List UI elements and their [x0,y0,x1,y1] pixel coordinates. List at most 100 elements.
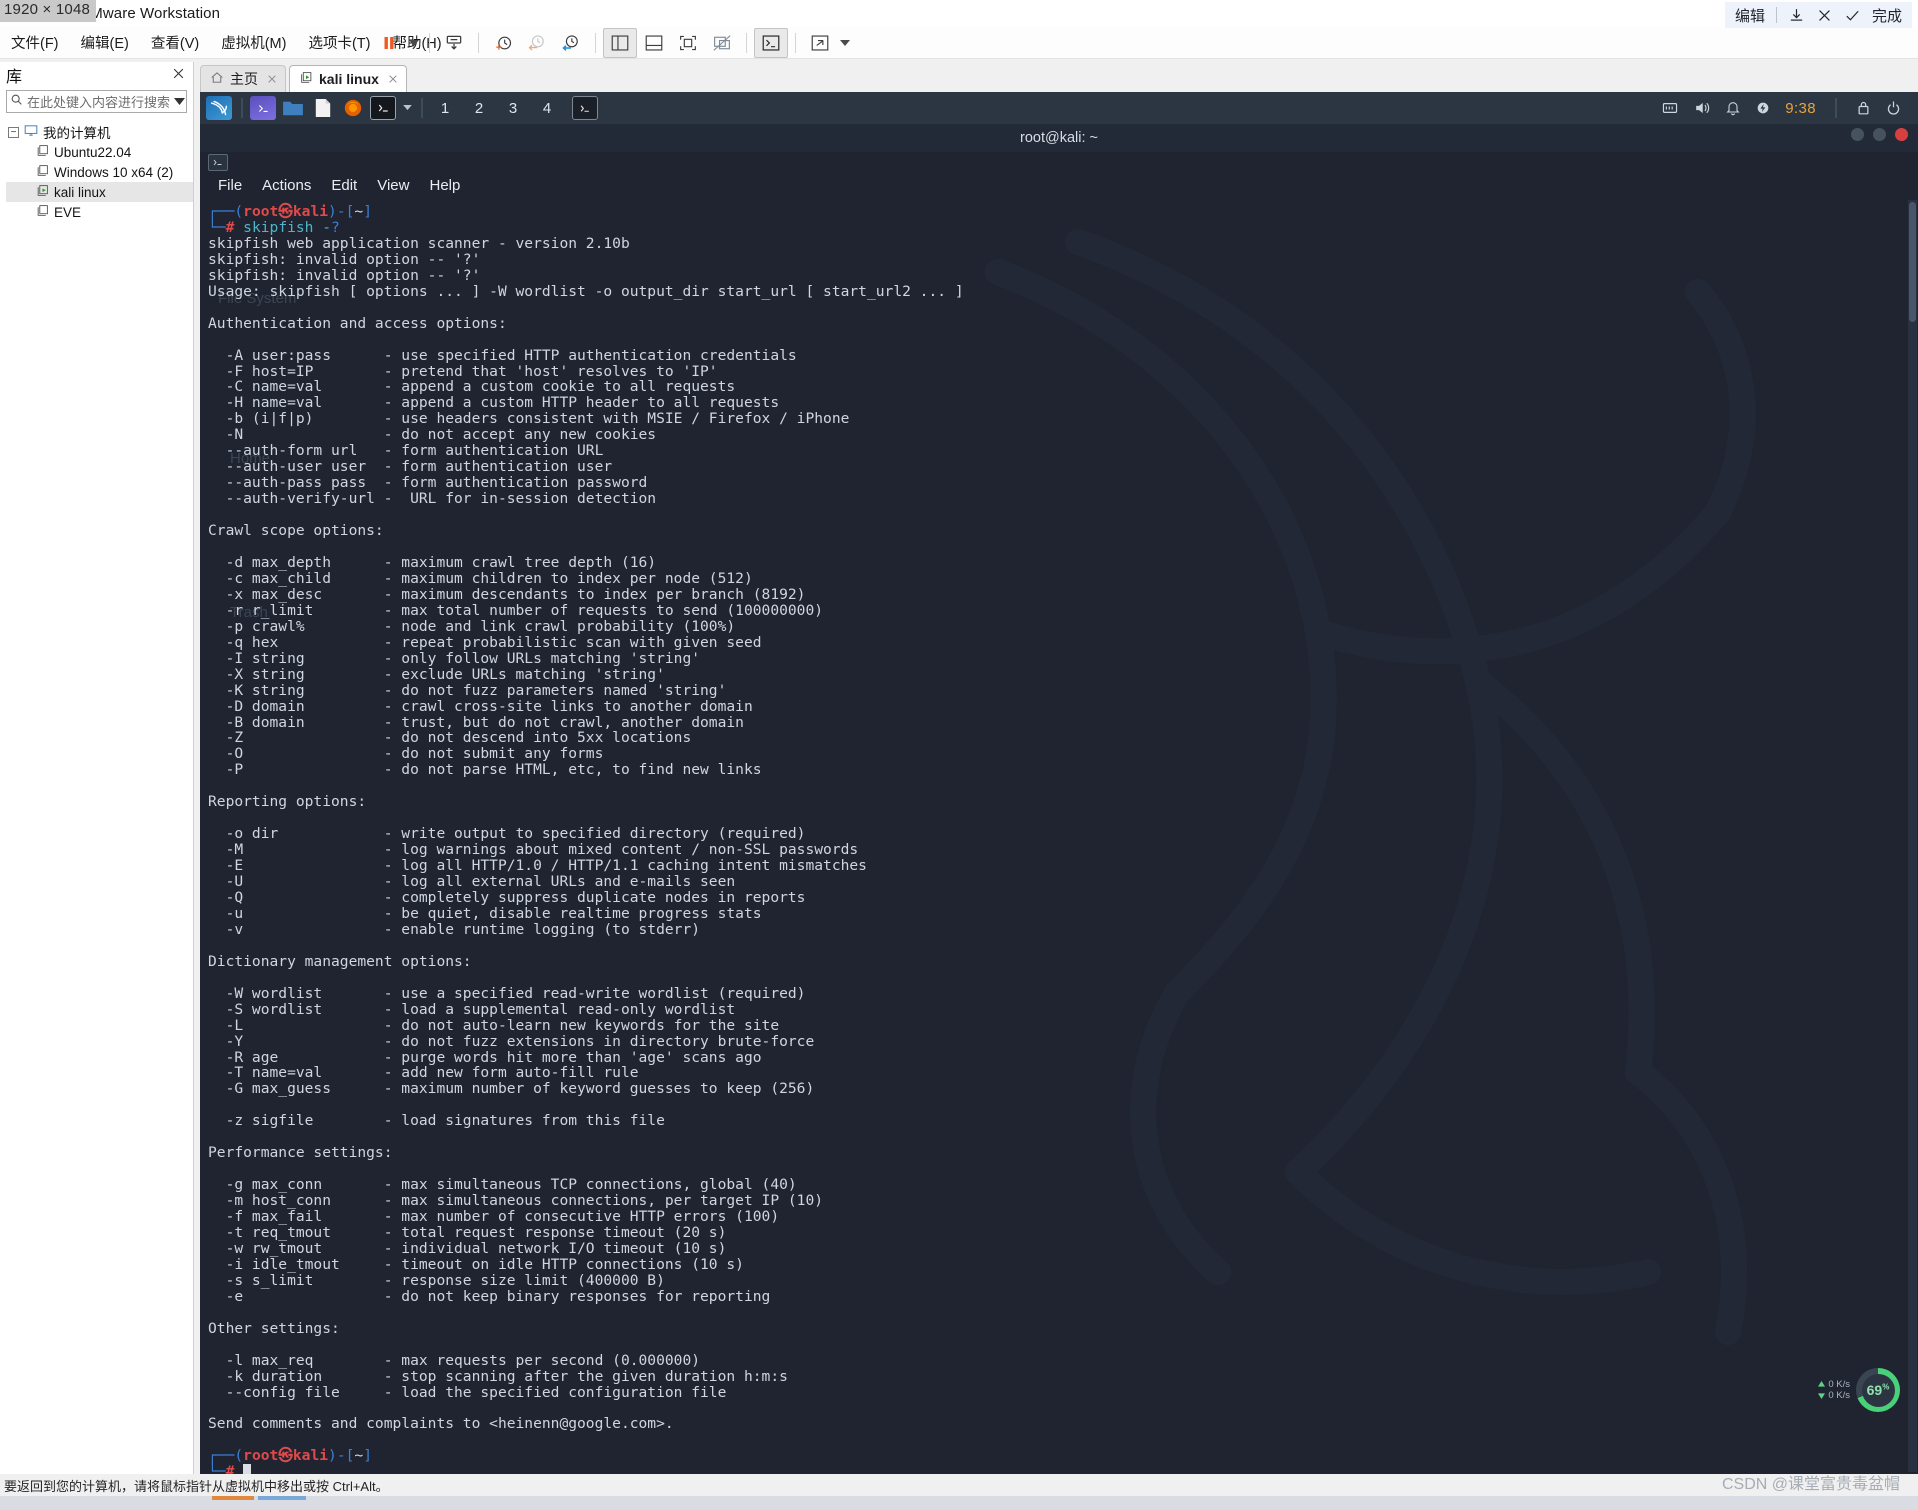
network-speed-widget: 0 K/s 0 K/s 69% [1818,1368,1900,1412]
terminal-content: ┌──(root㉿kali)-[~] └─# skipfish -? skipf… [200,204,1918,1474]
expand-diagonal-icon[interactable] [803,28,837,58]
screenshot-done-label[interactable]: 完成 [1872,5,1902,26]
terminal-prompt-icon[interactable] [754,28,788,58]
taskbar-divider [421,98,423,118]
minimize-button[interactable] [1851,128,1864,141]
download-speed: 0 K/s [1818,1390,1850,1401]
tree-root-my-computer[interactable]: − 我的计算机 [6,122,193,142]
vmware-toolbar [0,25,1918,61]
sidebar-item-windows10x64-2[interactable]: Windows 10 x64 (2) [6,162,193,182]
clock-wrench-icon[interactable] [554,28,588,58]
upload-speed: 0 K/s [1818,1379,1850,1390]
terminal-menu-edit[interactable]: Edit [321,174,367,197]
tab-label: kali linux [319,71,379,87]
sidebar-item-label: Ubuntu22.04 [54,144,132,160]
power-dropdown[interactable] [406,29,422,57]
tray-divider [1835,98,1837,118]
sidebar-item-eve[interactable]: EVE [6,202,193,222]
toolbar-divider [478,33,479,53]
terminal-help-output: skipfish web application scanner - versi… [208,234,964,1433]
prompt-line-3: ┌──(root㉿kali)-[~] [208,1447,372,1465]
check-icon[interactable] [1844,7,1861,24]
unity-crossed-icon[interactable] [705,28,739,58]
close-icon[interactable] [1816,7,1833,24]
bell-icon[interactable] [1725,100,1741,116]
maximize-button[interactable] [1873,128,1886,141]
panel-bottom-icon[interactable] [637,28,671,58]
close-button[interactable] [1895,128,1908,141]
terminal-tab-icon[interactable] [208,154,228,171]
chevron-down-icon[interactable] [174,93,186,111]
close-icon[interactable] [172,67,185,84]
kali-taskbar: 1 2 3 4 9:38 [200,92,1918,124]
search-placeholder: 在此处键入内容进行搜索 [27,95,171,110]
tree-root-label: 我的计算机 [43,126,111,141]
taskbar-files-launcher[interactable] [280,96,306,120]
network-icon[interactable] [1661,100,1679,116]
sidebar-item-label: EVE [54,204,82,220]
taskbar-item-2[interactable] [258,1496,306,1500]
stretch-dropdown[interactable] [837,29,853,57]
taskbar-editor-launcher[interactable] [310,96,336,120]
tab-home[interactable]: 主页 [200,65,286,92]
csdn-watermark: CSDN @课堂富贵毒盆帽 [1721,1476,1900,1493]
taskbar-item-1[interactable] [212,1496,254,1500]
terminal-menubar: File Actions Edit View Help [208,174,470,197]
terminal-menu-file[interactable]: File [208,174,252,197]
overlay-divider [1775,7,1777,23]
vm-icon [36,204,49,220]
logout-icon[interactable] [1885,100,1902,116]
terminal-scrollbar[interactable] [1908,200,1917,1472]
windows-taskbar-strip [0,1496,1918,1510]
panel-left-icon[interactable] [603,28,637,58]
kali-dragon-icon[interactable] [206,96,232,120]
taskbar-terminal-dropdown[interactable] [400,96,414,120]
kali-vm-screen[interactable]: File System Home Trash 1 2 3 4 9:38 root… [200,92,1918,1474]
power-bolt-icon[interactable] [1755,100,1771,116]
workspace-2[interactable]: 2 [468,96,490,120]
terminal-output-area[interactable]: ┌──(root㉿kali)-[~] └─# skipfish -? skipf… [200,198,1918,1474]
prompt-line-1: ┌──(root㉿kali)-[~] [208,203,372,220]
pause-button[interactable] [372,28,406,58]
clock-plus-icon[interactable] [486,28,520,58]
search-input[interactable]: 在此处键入内容进行搜索 [6,90,187,113]
expander-icon[interactable]: − [8,126,19,138]
lock-icon[interactable] [1856,100,1871,116]
taskbar-open-terminal-window[interactable] [572,96,598,120]
snapshot-download-icon[interactable] [437,28,471,58]
sidebar-item-ubuntu2204[interactable]: Ubuntu22.04 [6,142,193,162]
fullscreen-icon[interactable] [671,28,705,58]
tab-kali-linux[interactable]: kali linux [289,65,407,92]
speaker-icon[interactable] [1693,100,1711,116]
vmware-statusbar: 要返回到您的计算机，请将鼠标指针从虚拟机中移出或按 Ctrl+Alt。 [0,1474,1918,1496]
workspace-1[interactable]: 1 [434,96,456,120]
terminal-window-title: root@kali: ~ [200,124,1918,152]
home-icon [210,71,224,87]
workspace-4[interactable]: 4 [536,96,558,120]
sidebar-item-label: kali linux [54,184,106,200]
vm-tabstrip: 主页 kali linux [194,62,1918,92]
download-icon[interactable] [1788,7,1805,24]
taskbar-terminal-launcher[interactable] [250,96,276,120]
terminal-menu-actions[interactable]: Actions [252,174,321,197]
toolbar-divider [746,33,747,53]
scrollbar-thumb[interactable] [1909,202,1916,322]
close-icon[interactable] [388,72,398,87]
library-title: 库 [6,69,23,86]
taskbar-divider [241,98,243,118]
screenshot-edit-label[interactable]: 编辑 [1735,5,1765,26]
taskbar-firefox-launcher[interactable] [340,96,366,120]
close-icon[interactable] [267,72,277,87]
toolbar-divider [595,33,596,53]
toolbar-divider [795,33,796,53]
taskbar-terminal2-launcher[interactable] [370,96,396,120]
terminal-menu-view[interactable]: View [367,174,419,197]
vmware-workstation-window: kali linux - VMware Workstation 1920 × 1… [0,0,1918,1510]
sidebar-item-kali-linux[interactable]: kali linux [6,182,193,202]
workspace-3[interactable]: 3 [502,96,524,120]
taskbar-clock[interactable]: 9:38 [1785,100,1816,117]
screenshot-tool-overlay[interactable]: 编辑 完成 [1724,2,1912,28]
clock-back-icon[interactable] [520,28,554,58]
terminal-cursor [243,1464,252,1474]
terminal-menu-help[interactable]: Help [419,174,470,197]
